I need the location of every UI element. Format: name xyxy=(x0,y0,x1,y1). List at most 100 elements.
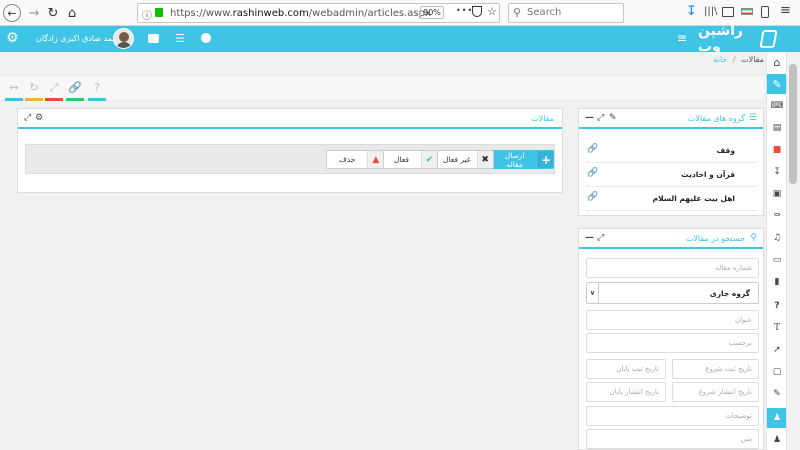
library-icon[interactable]: |||\ xyxy=(704,6,717,17)
forward-arrow-icon[interactable]: → xyxy=(25,4,43,22)
logo[interactable]: راشین وب xyxy=(698,23,778,55)
pocket-icon[interactable] xyxy=(472,6,482,17)
description-field[interactable] xyxy=(586,406,759,426)
url-path: /webadmin/articles.aspx xyxy=(308,8,431,19)
send-article-button[interactable]: ارسال مقاله + xyxy=(490,150,554,169)
sidebar-image-icon[interactable]: ▤ xyxy=(767,118,787,138)
send-article-label: ارسال مقاله xyxy=(504,150,525,169)
zoom-wrap: 90% xyxy=(420,3,448,23)
sidebar-home-icon[interactable]: ⌂ xyxy=(767,52,787,72)
list-icon: ☰ xyxy=(748,113,757,123)
search-panel-title: جستجو در مقالات xyxy=(685,234,745,243)
article-search-panel: — ⤢ جستجو در مقالات ⚲ ∨ گروه جاری xyxy=(578,228,764,450)
globe-icon[interactable] xyxy=(201,33,211,43)
expand-icon[interactable]: ⤢ xyxy=(24,113,31,123)
sidebar-pin-icon[interactable]: ➚ xyxy=(767,340,787,360)
sidebar-toggle-icon[interactable] xyxy=(722,7,734,17)
expand-icon[interactable]: ⤢ xyxy=(597,233,604,243)
expand-icon[interactable]: ⤢ xyxy=(597,113,604,123)
sidebar-keyboard-icon[interactable]: ⌨ xyxy=(767,96,787,116)
group-item[interactable]: 🔗 وقف xyxy=(587,139,757,163)
bookmark-star-icon[interactable]: ☆ xyxy=(487,5,497,18)
articles-panel: ⤢ ⚙ مقالات ارسال مقاله + غیر فعال ✖ فعال… xyxy=(17,108,563,193)
url-prefix: https://www. xyxy=(170,8,233,19)
title-field[interactable] xyxy=(586,310,759,330)
sidebar-edit-icon[interactable]: ✎ xyxy=(767,384,787,404)
browser-search-input[interactable] xyxy=(527,7,617,18)
reg-end-date-field[interactable] xyxy=(586,359,666,379)
pub-start-date-field[interactable] xyxy=(672,382,759,402)
settings-gear-icon[interactable]: ⚙ xyxy=(6,30,19,46)
notifications-list-icon[interactable]: ☰ xyxy=(175,32,187,45)
x-icon: ✖ xyxy=(476,151,493,168)
article-number-field[interactable] xyxy=(586,258,759,278)
sidebar-book-icon[interactable]: ▮ xyxy=(767,272,787,292)
browser-search-box[interactable]: ⚲ xyxy=(508,3,624,23)
help-icon[interactable]: ? xyxy=(88,81,106,101)
avatar-body xyxy=(116,42,132,48)
breadcrumb-home-link[interactable]: خانه xyxy=(713,55,727,64)
collapse-icon[interactable]: — xyxy=(585,233,594,243)
link-icon: 🔗 xyxy=(587,168,599,178)
reload-icon[interactable]: ↻ xyxy=(44,4,62,22)
sidebar-text-size-icon[interactable]: T xyxy=(767,318,787,338)
menu-toggle-icon[interactable]: ≡ xyxy=(677,31,687,45)
sidebar-save-icon[interactable]: ▣ xyxy=(767,184,787,204)
sidebar-pencil-icon[interactable]: ✎ xyxy=(767,74,787,94)
panel-settings-gear-icon[interactable]: ⚙ xyxy=(35,113,43,123)
user-name[interactable]: محمد صادق اکبری زادگان xyxy=(36,34,122,43)
sidebar-doc-icon[interactable]: ▢ xyxy=(767,362,787,382)
refresh-icon[interactable]: ↻ xyxy=(25,81,43,101)
deactivate-button[interactable]: غیر فعال ✖ xyxy=(436,150,494,169)
fullscreen-icon[interactable]: ⤢ xyxy=(45,81,63,101)
avatar-head xyxy=(119,32,129,42)
page-actions-menu-icon[interactable]: ••• xyxy=(456,6,473,15)
link-icon: 🔗 xyxy=(587,192,599,202)
chevron-down-icon: ∨ xyxy=(587,283,599,303)
sidebar-speaker-icon[interactable]: ♫ xyxy=(767,228,787,248)
scrollbar-thumb[interactable] xyxy=(789,64,797,184)
extension-icon[interactable] xyxy=(761,6,769,18)
sidebar-pdf-icon[interactable]: ■ xyxy=(767,140,787,160)
articles-panel-header: ⤢ ⚙ مقالات xyxy=(18,109,562,129)
logo-mark-icon xyxy=(759,30,778,48)
hamburger-menu-icon[interactable]: ≡ xyxy=(780,3,791,18)
reg-start-date-field[interactable] xyxy=(672,359,759,379)
zoom-level-badge[interactable]: 90% xyxy=(420,6,444,19)
breadcrumb-current: مقالات xyxy=(741,55,764,64)
sidebar-monitor-icon[interactable]: ▭ xyxy=(767,250,787,270)
plus-icon: + xyxy=(538,151,553,168)
home-icon[interactable]: ⌂ xyxy=(63,4,81,22)
group-item[interactable]: 🔗 قرآن و احادیث xyxy=(587,163,757,187)
flag-extension-icon[interactable] xyxy=(741,8,753,15)
sidebar-download-icon[interactable]: ↧ xyxy=(767,162,787,182)
activate-button[interactable]: فعال ✔ xyxy=(381,150,438,169)
pub-end-date-field[interactable] xyxy=(586,382,666,402)
avatar[interactable] xyxy=(113,28,134,49)
delete-button[interactable]: حذف ▲ xyxy=(326,150,385,169)
tool-bar-accent xyxy=(88,98,106,101)
magnifier-icon: ⚲ xyxy=(513,6,522,19)
back-arrow-icon[interactable]: ← xyxy=(3,4,21,22)
activate-label: فعال xyxy=(394,155,409,164)
browser-toolbar: ← → ↻ ⌂ ⓘ https://www.rashinweb.com/weba… xyxy=(0,0,800,26)
tool-bar-accent xyxy=(66,98,84,101)
url-text[interactable]: https://www.rashinweb.com/webadmin/artic… xyxy=(170,8,431,19)
action-bar: ارسال مقاله + غیر فعال ✖ فعال ✔ حذف ▲ xyxy=(25,144,555,174)
sidebar-cart-icon[interactable]: ⚰ xyxy=(767,206,787,226)
chat-bubble-icon[interactable] xyxy=(148,34,159,43)
sidebar-help-icon[interactable]: ? xyxy=(767,296,787,316)
info-icon[interactable]: ⓘ xyxy=(142,7,152,22)
link-icon[interactable]: 🔗 xyxy=(66,81,84,101)
sidebar-group-icon[interactable]: ♟ xyxy=(767,408,787,428)
sidebar-user-icon[interactable]: ♟ xyxy=(767,430,787,450)
collapse-icon[interactable]: — xyxy=(585,113,594,123)
tag-field[interactable] xyxy=(586,333,759,353)
group-item[interactable]: 🔗 اهل بیت علیهم السلام xyxy=(587,187,757,211)
group-select[interactable]: ∨ گروه جاری xyxy=(586,282,759,304)
download-icon[interactable]: ↧ xyxy=(686,4,697,19)
group-item-label: وقف xyxy=(716,146,735,155)
text-field[interactable] xyxy=(586,429,759,449)
resize-horizontal-icon[interactable]: ↔ xyxy=(5,81,23,101)
edit-icon[interactable]: ✎ xyxy=(609,113,617,123)
